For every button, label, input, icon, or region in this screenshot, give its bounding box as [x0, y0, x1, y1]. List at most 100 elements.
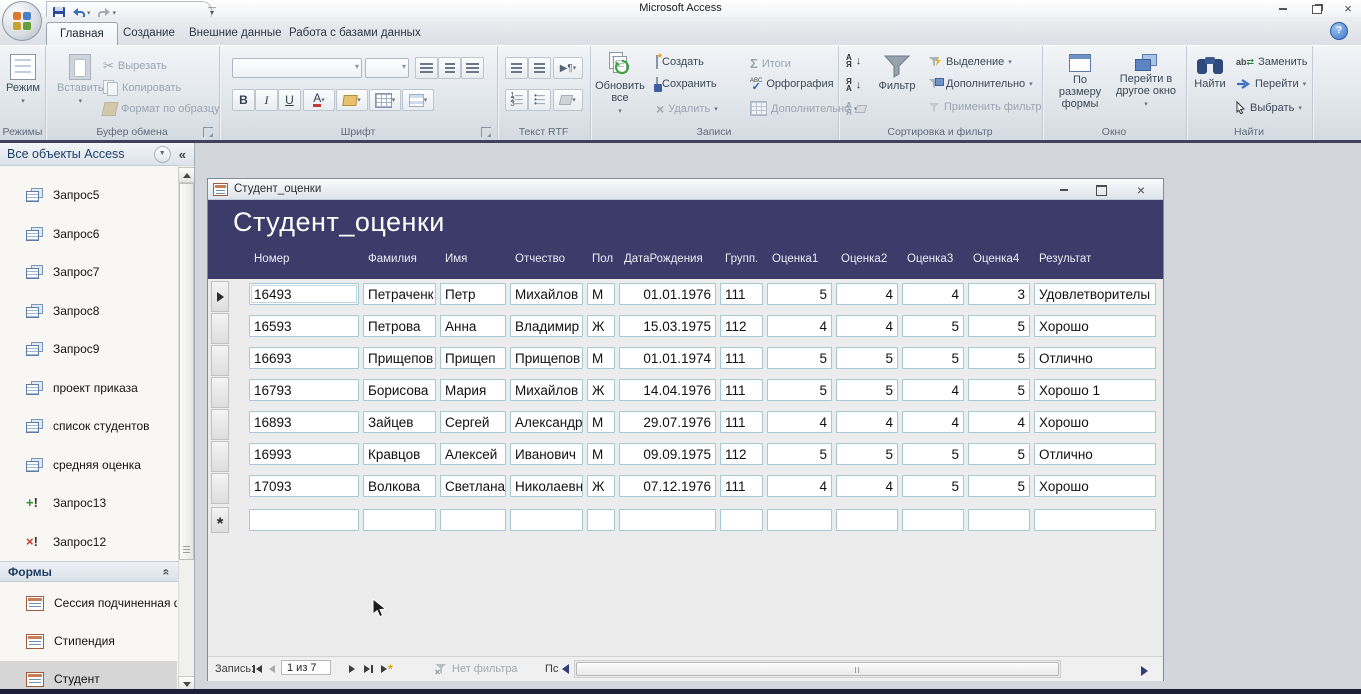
column-header[interactable]: Номер	[249, 253, 359, 271]
datasheet-cell[interactable]: 4	[836, 315, 898, 337]
record-selector[interactable]	[211, 409, 229, 440]
horizontal-scrollbar[interactable]	[574, 660, 1061, 678]
nav-item[interactable]: Запрос8	[0, 293, 177, 329]
datasheet-cell[interactable]: 111	[720, 347, 763, 369]
record-selector[interactable]	[211, 441, 229, 472]
datasheet-cell[interactable]: Хорошо	[1034, 475, 1156, 497]
datasheet-cell[interactable]: 14.04.1976	[619, 379, 716, 401]
datasheet-cell[interactable]: 15.03.1975	[619, 315, 716, 337]
column-header[interactable]: Отчество	[510, 253, 583, 271]
record-selector[interactable]	[211, 377, 229, 408]
nav-pane-menu-icon[interactable]: ▼	[154, 146, 171, 163]
underline-button[interactable]: U	[278, 89, 301, 111]
nav-item[interactable]: Запрос13	[0, 485, 177, 521]
next-record-icon[interactable]	[349, 662, 355, 676]
datasheet-cell[interactable]: Кравцов	[363, 443, 436, 465]
record-selector[interactable]	[211, 281, 229, 312]
record-selector[interactable]	[211, 473, 229, 504]
datasheet-cell[interactable]: 4	[902, 379, 964, 401]
datasheet-cell[interactable]: Ж	[587, 379, 615, 401]
datasheet-cell[interactable]: 4	[767, 475, 832, 497]
datasheet-cell[interactable]: 5	[968, 475, 1030, 497]
datasheet-cell[interactable]: 5	[902, 443, 964, 465]
datasheet-cell[interactable]: Прищепов	[510, 347, 583, 369]
font-color-button[interactable]: А▾	[303, 89, 335, 111]
column-header[interactable]: Оценка1	[767, 253, 832, 271]
scroll-right-icon[interactable]	[1141, 664, 1148, 678]
paste-button[interactable]: Вставить▾	[57, 54, 104, 108]
datasheet-cell[interactable]: 16993	[249, 443, 359, 465]
datasheet-cell[interactable]: Волкова	[363, 475, 436, 497]
text-direction-button[interactable]: ▶¶▾	[553, 57, 583, 79]
first-record-icon[interactable]	[253, 662, 262, 676]
refresh-all-button[interactable]: Обновить все▾	[596, 52, 644, 118]
switch-windows-button[interactable]: Перейти в другое окно ▾	[1114, 54, 1178, 111]
datasheet-cell[interactable]: 4	[767, 315, 832, 337]
gridlines-button[interactable]: ▾	[369, 89, 401, 111]
datasheet-cell[interactable]: Петрова	[363, 315, 436, 337]
advanced-filter-button[interactable]: Дополнительно▾	[928, 78, 1033, 90]
datasheet-cell[interactable]: Светлана	[440, 475, 506, 497]
datasheet-cell[interactable]: Петраченк	[363, 283, 436, 305]
font-name-combo[interactable]	[232, 58, 362, 78]
bold-button[interactable]: B	[232, 89, 255, 111]
datasheet-cell[interactable]: 4	[902, 411, 964, 433]
minimize-icon[interactable]	[1272, 3, 1294, 15]
column-header[interactable]: Имя	[440, 253, 506, 271]
datasheet-cell[interactable]: 112	[720, 443, 763, 465]
datasheet-cell[interactable]: Петр	[440, 283, 506, 305]
datasheet-cell[interactable]: 111	[720, 379, 763, 401]
create-record-button[interactable]: * Создать	[656, 56, 704, 68]
column-header[interactable]: Результат	[1034, 253, 1156, 271]
goto-button[interactable]: Перейти▾	[1236, 78, 1306, 90]
datasheet-cell[interactable]: 16493	[249, 283, 359, 305]
nav-item[interactable]: Запрос7	[0, 254, 177, 290]
decrease-indent-icon[interactable]	[505, 57, 528, 79]
horizontal-scrollbar-thumb[interactable]	[576, 662, 1059, 676]
nav-item[interactable]: Сессия подчиненная фо...	[0, 585, 177, 621]
form-maximize-icon[interactable]	[1088, 183, 1114, 197]
datasheet-cell[interactable]: Отлично	[1034, 443, 1156, 465]
selection-filter-button[interactable]: Выделение▾	[928, 56, 1012, 68]
nav-pane-collapse-icon[interactable]: «	[175, 147, 194, 162]
datasheet-cell[interactable]: 112	[720, 315, 763, 337]
datasheet-cell[interactable]: 09.09.1975	[619, 443, 716, 465]
align-left-icon[interactable]	[415, 57, 438, 79]
datasheet-cell[interactable]: 5	[767, 283, 832, 305]
datasheet-cell[interactable]	[836, 509, 898, 531]
datasheet-cell[interactable]: Михайлов	[510, 283, 583, 305]
datasheet-cell[interactable]: 5	[902, 347, 964, 369]
numbered-list-icon[interactable]: 1—2—3—	[505, 89, 528, 111]
datasheet-cell[interactable]: Хорошо	[1034, 411, 1156, 433]
datasheet-cell[interactable]: 5	[902, 475, 964, 497]
column-header[interactable]: Пол	[587, 253, 615, 271]
datasheet-cell[interactable]: Ж	[587, 475, 615, 497]
nav-item[interactable]: Запрос6	[0, 216, 177, 252]
record-selector[interactable]	[211, 313, 229, 344]
last-record-icon[interactable]	[364, 662, 373, 676]
align-center-icon[interactable]	[438, 57, 461, 79]
close-icon[interactable]: ×	[1337, 3, 1359, 15]
datasheet-cell[interactable]: 16893	[249, 411, 359, 433]
column-header[interactable]: Фамилия	[363, 253, 436, 271]
datasheet-cell[interactable]: 17093	[249, 475, 359, 497]
datasheet-cell[interactable]: 111	[720, 475, 763, 497]
previous-record-icon[interactable]	[269, 662, 275, 676]
datasheet-cell[interactable]: 4	[836, 283, 898, 305]
datasheet-cell[interactable]: 16593	[249, 315, 359, 337]
nav-item[interactable]: средняя оценка	[0, 447, 177, 483]
select-button[interactable]: Выбрать▾	[1236, 101, 1302, 114]
datasheet-cell[interactable]: Прищеп	[440, 347, 506, 369]
datasheet-cell[interactable]	[440, 509, 506, 531]
datasheet-cell[interactable]: Сергей	[440, 411, 506, 433]
datasheet-cell[interactable]: 5	[836, 443, 898, 465]
datasheet-cell[interactable]: 07.12.1976	[619, 475, 716, 497]
datasheet-cell[interactable]: Анна	[440, 315, 506, 337]
spelling-button[interactable]: ABC✓ Орфография	[750, 78, 834, 90]
filter-button[interactable]: Фильтр	[874, 54, 920, 92]
column-header[interactable]: Групп.	[720, 253, 763, 271]
datasheet-cell[interactable]	[587, 509, 615, 531]
bullet-list-icon[interactable]: •—•—•—	[528, 89, 551, 111]
datasheet-cell[interactable]: 5	[902, 315, 964, 337]
sort-ascending-icon[interactable]: АЯ↓	[846, 54, 861, 68]
